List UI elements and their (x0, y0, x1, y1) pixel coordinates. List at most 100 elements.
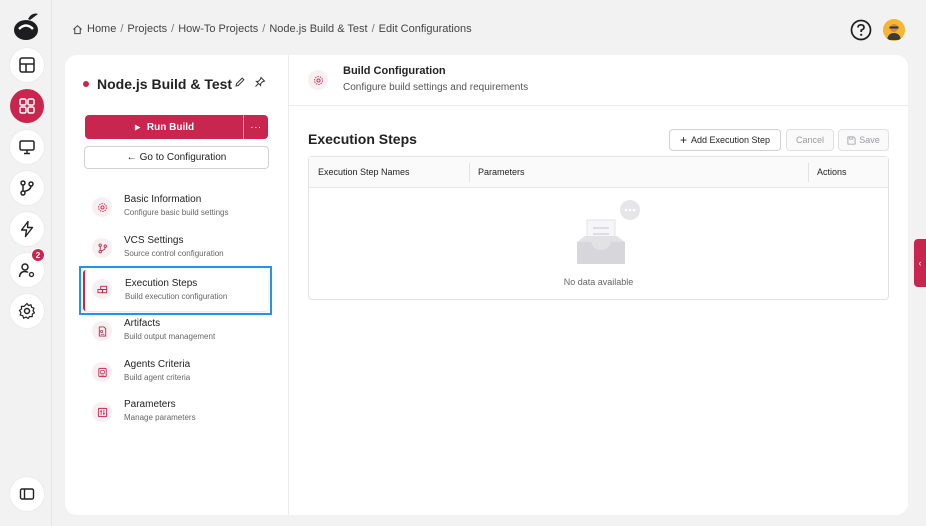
right-panel-toggle[interactable]: ‹ (914, 239, 926, 287)
app-logo-icon[interactable] (12, 10, 40, 42)
configuration-sidebar: Node.js Build & Test Run Build ··· ← Go … (65, 55, 289, 515)
cancel-button[interactable]: Cancel (786, 129, 834, 151)
rail-actions-button[interactable] (10, 212, 44, 246)
add-execution-step-button[interactable]: + Add Execution Step (669, 129, 781, 151)
nav-title: VCS Settings (124, 235, 184, 246)
go-to-configuration-label: Go to Configuration (139, 152, 227, 163)
home-icon[interactable] (72, 24, 83, 35)
gear-icon (18, 302, 36, 320)
content-header-subtitle: Configure build settings and requirement… (343, 82, 529, 93)
play-icon (134, 123, 141, 131)
lightning-icon (20, 220, 34, 238)
dashboard-icon (19, 57, 35, 73)
nav-subtitle: Configure basic build settings (124, 208, 229, 217)
section-title: Execution Steps (308, 131, 417, 147)
empty-inbox-icon (577, 200, 640, 264)
nav-title: Agents Criteria (124, 359, 191, 370)
breadcrumb-separator: / (371, 23, 375, 35)
nav-icon-wrap (92, 238, 112, 258)
help-button[interactable] (850, 19, 872, 41)
table-header: Execution Step Names Parameters Actions (309, 157, 888, 188)
file-icon (98, 325, 106, 337)
breadcrumb-separator: / (262, 23, 266, 35)
execution-steps-table: Execution Step Names Parameters Actions … (308, 156, 889, 300)
breadcrumb-home[interactable]: Home (87, 23, 116, 35)
save-label: Save (859, 135, 880, 145)
nav-title: Parameters (124, 399, 176, 410)
arrow-left-icon: ← (126, 152, 137, 163)
project-name: Node.js Build & Test (97, 76, 233, 92)
nav-title: Basic Information (124, 194, 202, 205)
plus-icon: + (679, 133, 687, 147)
parameters-icon (97, 407, 107, 417)
git-branch-icon (98, 243, 107, 253)
app-rail: 2 (0, 0, 52, 526)
rail-settings-button[interactable] (10, 294, 44, 328)
breadcrumb-separator: / (120, 23, 124, 35)
save-icon (847, 135, 856, 145)
add-execution-step-label: Add Execution Step (690, 135, 771, 145)
gear-icon (313, 75, 323, 85)
nav-vcs-settings[interactable]: VCS Settings Source control configuratio… (83, 231, 270, 268)
nav-icon-wrap (92, 321, 112, 341)
help-icon (850, 19, 872, 41)
apps-grid-icon (19, 98, 35, 114)
breadcrumb-how-to-projects[interactable]: How-To Projects (178, 23, 258, 35)
nav-execution-steps[interactable]: Execution Steps Build execution configur… (79, 266, 272, 315)
column-header-actions: Actions (817, 167, 847, 177)
nav-subtitle: Build agent criteria (124, 373, 191, 382)
project-status-dot (83, 81, 89, 87)
content-header: Build Configuration Configure build sett… (289, 55, 908, 106)
edit-icon[interactable] (234, 76, 246, 88)
breadcrumb-project[interactable]: Node.js Build & Test (269, 23, 367, 35)
gear-icon (97, 202, 107, 212)
save-button[interactable]: Save (838, 129, 889, 151)
nav-subtitle: Build execution configuration (125, 292, 228, 301)
nav-title: Execution Steps (125, 278, 198, 289)
nav-subtitle: Source control configuration (124, 249, 224, 258)
pin-icon[interactable] (254, 76, 266, 88)
content-header-title: Build Configuration (343, 65, 446, 77)
rail-vcs-button[interactable] (10, 171, 44, 205)
rail-dashboard-button[interactable] (10, 48, 44, 82)
nav-basic-information[interactable]: Basic Information Configure basic build … (83, 190, 270, 227)
nav-agents-criteria[interactable]: Agents Criteria Build agent criteria (83, 355, 270, 392)
breadcrumb-separator: / (171, 23, 175, 35)
nav-title: Artifacts (124, 318, 161, 329)
nav-icon-wrap (92, 362, 112, 382)
avatar-icon (883, 19, 905, 41)
git-branch-icon (20, 180, 34, 196)
nav-artifacts[interactable]: Artifacts Build output management (83, 314, 270, 351)
nav-icon-wrap (92, 402, 112, 422)
run-build-button-group: Run Build ··· (85, 115, 268, 139)
breadcrumb-current: Edit Configurations (378, 23, 472, 35)
monitor-icon (19, 140, 35, 155)
agent-icon (97, 367, 107, 377)
column-header-parameters: Parameters (478, 167, 525, 177)
rail-users-button[interactable]: 2 (10, 248, 45, 287)
sidebar-toggle-icon (19, 488, 35, 500)
column-divider (808, 163, 809, 182)
go-to-configuration-button[interactable]: ← Go to Configuration (84, 146, 269, 169)
rail-projects-button[interactable] (10, 89, 44, 123)
nav-icon-wrap (92, 197, 112, 217)
run-build-button[interactable]: Run Build (85, 115, 243, 139)
steps-icon (96, 285, 107, 293)
column-header-step-names: Execution Step Names (318, 167, 410, 177)
nav-subtitle: Manage parameters (124, 413, 196, 422)
rail-monitor-button[interactable] (10, 130, 44, 164)
notification-badge: 2 (31, 248, 45, 262)
chevron-left-icon: ‹ (918, 258, 922, 268)
configuration-card: Node.js Build & Test Run Build ··· ← Go … (65, 55, 908, 515)
nav-parameters[interactable]: Parameters Manage parameters (83, 395, 270, 432)
column-divider (469, 163, 470, 182)
project-title: Node.js Build & Test (83, 76, 232, 92)
run-build-more-button[interactable]: ··· (243, 115, 268, 139)
header-icon-wrap (308, 70, 328, 90)
nav-icon-wrap (92, 279, 112, 299)
rail-collapse-button[interactable] (10, 477, 44, 511)
user-avatar[interactable] (883, 19, 905, 41)
nav-subtitle: Build output management (124, 332, 216, 341)
run-build-label: Run Build (146, 121, 195, 133)
breadcrumb-projects[interactable]: Projects (127, 23, 167, 35)
